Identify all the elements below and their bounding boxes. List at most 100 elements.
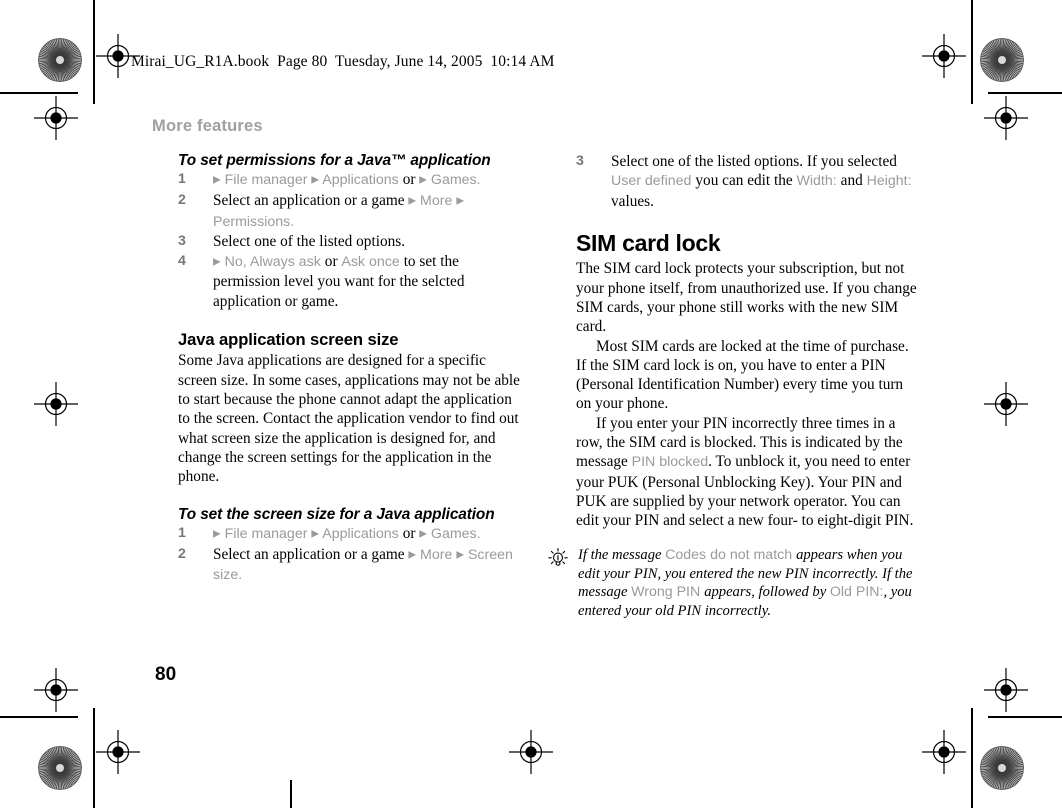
- step-item: 2 Select an application or a game ▶ More …: [178, 191, 524, 232]
- step-text: Select an application or a game ▶ More ▶…: [213, 192, 464, 229]
- trim-line-bottom-horizontal-right: [988, 716, 1062, 718]
- tip-text: If the message Codes do not match appear…: [578, 546, 920, 620]
- starburst-bottom-left: [38, 746, 82, 790]
- step-number: 4: [178, 253, 186, 270]
- steps-set-permissions: 1 ▶ File manager ▶ Applications or ▶ Game…: [178, 170, 524, 311]
- ui-term: ,: [242, 254, 250, 271]
- ui-term: File manager: [220, 525, 312, 542]
- ui-term: File manager: [220, 172, 312, 189]
- regmark-lower-right-edge: [984, 668, 1028, 712]
- menu-arrow-icon: ▶: [311, 528, 320, 540]
- procedure-title-set-permissions: To set permissions for a Java™ applicati…: [178, 152, 491, 169]
- body-text: or: [402, 524, 420, 542]
- step-item: 3 Select one of the listed options.: [178, 232, 524, 251]
- right-column: 3 Select one of the listed options. If yo…: [576, 152, 920, 531]
- step-text: ▶ File manager ▶ Applications or ▶ Games…: [213, 525, 481, 542]
- section-title-sim-card-lock: SIM card lock: [576, 230, 721, 257]
- step-number: 2: [178, 192, 186, 209]
- regmark-mid-left-edge: [34, 382, 78, 426]
- menu-arrow-icon: ▶: [456, 195, 465, 207]
- starburst-top-right: [980, 38, 1024, 82]
- regmark-bottom-left: [96, 730, 140, 774]
- step-text: Select one of the listed options.: [213, 233, 405, 250]
- menu-arrow-icon: ▶: [408, 195, 417, 207]
- page-number: 80: [155, 664, 177, 685]
- lightbulb-icon: [548, 546, 570, 573]
- ui-term: Codes do not match: [665, 547, 797, 563]
- ui-term: Permissions: [213, 213, 291, 230]
- trim-line-left-vertical-lower: [93, 708, 95, 808]
- regmark-mid-right-edge: [984, 382, 1028, 426]
- trim-line-right-vertical-lower: [971, 708, 973, 808]
- body-text: Select an application or a game: [213, 545, 409, 563]
- section-title-java-screen-size: Java application screen size: [178, 330, 399, 350]
- menu-arrow-icon: ▶: [213, 256, 221, 268]
- regmark-lower-left-edge: [34, 668, 78, 712]
- trim-line-top-horizontal-right: [988, 92, 1062, 94]
- procedure-title-set-screen-size: To set the screen size for a Java applic…: [178, 505, 495, 523]
- body-text: Select one of the listed options. If you…: [611, 153, 897, 170]
- step-number: 3: [576, 153, 584, 169]
- ui-term: .: [290, 213, 295, 230]
- paragraph-java-screen-size: Some Java applications are designed for …: [178, 352, 520, 486]
- regmark-top-right: [922, 34, 966, 78]
- paragraph-sim-lock-blocked: If you enter your PIN incorrectly three …: [576, 414, 920, 531]
- ui-term: PIN blocked: [631, 454, 709, 471]
- steps-set-screen-size: 1 ▶ File manager ▶ Applications or ▶ Game…: [178, 524, 524, 585]
- ui-term: .: [476, 525, 481, 542]
- file-slug-line: Mirai_UG_R1A.book Page 80 Tuesday, June …: [131, 53, 555, 70]
- body-text: values.: [611, 192, 654, 210]
- steps-screen-size-continued: 3 Select one of the listed options. If yo…: [576, 152, 920, 211]
- body-text: Select an application or a game: [213, 192, 409, 210]
- step-item: 2 Select an application or a game ▶ More …: [178, 545, 524, 586]
- trim-line-left-vertical: [93, 0, 95, 104]
- trim-line-bottom-center-vertical: [290, 780, 292, 808]
- menu-arrow-icon: ▶: [213, 174, 221, 186]
- tip-box: If the message Codes do not match appear…: [548, 546, 920, 620]
- ui-term: Ask once: [341, 254, 404, 271]
- step-item: 1 ▶ File manager ▶ Applications or ▶ Game…: [178, 170, 524, 190]
- ui-term: Old PIN:: [829, 584, 884, 601]
- body-text: If the message: [578, 547, 666, 563]
- trim-line-bottom-horizontal-left: [0, 716, 78, 718]
- body-text: appears, followed by: [704, 584, 830, 601]
- body-text: Select one of the listed options.: [213, 233, 406, 251]
- ui-term: .: [476, 172, 481, 189]
- menu-arrow-icon: ▶: [213, 528, 221, 540]
- regmark-upper-right-edge: [984, 96, 1028, 140]
- step-number: 1: [178, 171, 186, 188]
- trim-line-top-horizontal-left: [0, 92, 78, 94]
- regmark-upper-left-edge: [34, 96, 78, 140]
- menu-arrow-icon: ▶: [408, 549, 417, 561]
- regmark-bottom-center: [509, 730, 553, 774]
- ui-term: More: [416, 546, 457, 563]
- paragraph-sim-lock-pin: Most SIM cards are locked at the time of…: [576, 337, 909, 413]
- ui-term: Always ask: [249, 254, 325, 271]
- body-text: you can edit the: [695, 172, 797, 190]
- starburst-top-left: [38, 38, 82, 82]
- step-text: ▶ No, Always ask or Ask once to set the …: [213, 253, 464, 310]
- trim-line-right-vertical: [971, 0, 973, 104]
- ui-term: More: [416, 193, 457, 210]
- ui-term: User defined: [611, 173, 696, 190]
- body-text: and: [840, 172, 867, 190]
- ui-term: Games: [426, 172, 477, 189]
- step-item: 1 ▶ File manager ▶ Applications or ▶ Game…: [178, 524, 524, 544]
- menu-arrow-icon: ▶: [419, 528, 427, 540]
- ui-term: Games: [426, 525, 477, 542]
- menu-arrow-icon: ▶: [311, 174, 320, 186]
- step-number: 1: [178, 524, 186, 541]
- menu-arrow-icon: ▶: [456, 549, 465, 561]
- ui-term: Applications: [319, 172, 403, 189]
- paragraph-sim-lock-intro: The SIM card lock protects your subscrip…: [576, 260, 917, 336]
- ui-term: Width:: [796, 173, 841, 190]
- step-number: 2: [178, 545, 186, 562]
- ui-term: Height:: [866, 173, 912, 190]
- starburst-bottom-right: [980, 746, 1024, 790]
- body-text: or: [324, 253, 342, 271]
- ui-term: No: [220, 254, 243, 271]
- ui-term: Applications: [319, 525, 403, 542]
